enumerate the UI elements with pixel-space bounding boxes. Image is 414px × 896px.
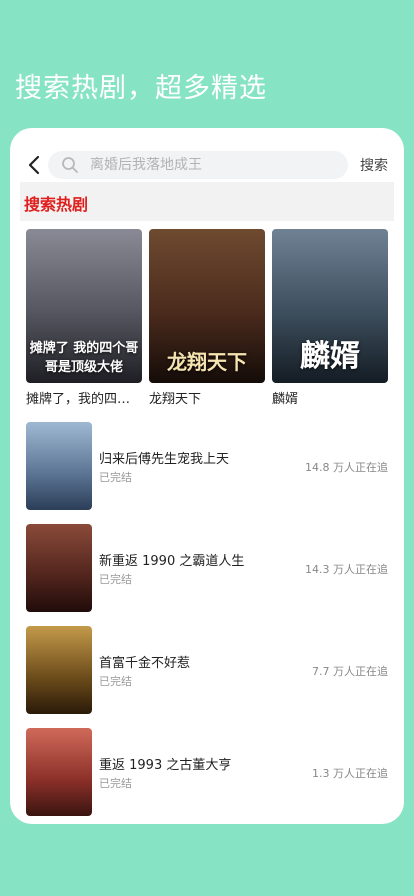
featured-title: 麟婿 — [272, 392, 299, 407]
drama-title: 新重返 1990 之霸道人生 — [99, 554, 245, 569]
drama-thumbnail — [26, 524, 92, 612]
search-card: 搜索 搜索热剧 摊牌了 我的四个哥哥是顶级大佬 摊牌了，我的四个哥哥是顶级大佬 … — [10, 128, 404, 824]
drama-thumbnail — [26, 728, 92, 816]
drama-status: 已完结 — [99, 471, 132, 484]
drama-status: 已完结 — [99, 777, 132, 790]
search-bar: 搜索 — [10, 148, 404, 182]
search-input[interactable] — [90, 151, 340, 179]
drama-poster: 麟婿 — [272, 229, 388, 383]
list-item[interactable]: 重返 1993 之古董大亨 已完结 1.3 万人正在追 — [26, 728, 396, 816]
list-item[interactable]: 首富千金不好惹 已完结 7.7 万人正在追 — [26, 626, 396, 714]
drama-poster: 龙翔天下 — [149, 229, 265, 383]
poster-title: 龙翔天下 — [167, 350, 247, 374]
list-item[interactable]: 新重返 1990 之霸道人生 已完结 14.3 万人正在追 — [26, 524, 396, 612]
drama-title: 首富千金不好惹 — [99, 656, 191, 671]
section-title: 搜索热剧 — [24, 195, 89, 214]
drama-status: 已完结 — [99, 573, 132, 586]
viewer-count: 1.3 万人正在追 — [312, 767, 388, 780]
featured-item[interactable]: 龙翔天下 龙翔天下 — [149, 229, 265, 407]
poster-title: 摊牌了 我的四个哥哥是顶级大佬 — [29, 341, 139, 375]
drama-status: 已完结 — [99, 675, 132, 688]
drama-thumbnail — [26, 626, 92, 714]
back-icon[interactable] — [24, 152, 46, 178]
viewer-count: 14.3 万人正在追 — [305, 563, 388, 576]
viewer-count: 7.7 万人正在追 — [312, 665, 388, 678]
page-headline: 搜索热剧，超多精选 — [15, 73, 267, 104]
featured-title: 摊牌了，我的四个哥哥是顶级大佬 — [26, 392, 142, 407]
drama-title: 重返 1993 之古董大亨 — [99, 758, 232, 773]
drama-poster: 摊牌了 我的四个哥哥是顶级大佬 — [26, 229, 142, 383]
viewer-count: 14.8 万人正在追 — [305, 461, 388, 474]
featured-title: 龙翔天下 — [149, 392, 202, 407]
section-header: 搜索热剧 — [20, 182, 394, 221]
search-field[interactable] — [48, 151, 348, 179]
search-button[interactable]: 搜索 — [360, 155, 388, 175]
poster-title: 麟婿 — [300, 339, 360, 374]
search-icon — [62, 157, 78, 173]
featured-item[interactable]: 麟婿 麟婿 — [272, 229, 388, 407]
drama-thumbnail — [26, 422, 92, 510]
list-item[interactable]: 归来后傅先生宠我上天 已完结 14.8 万人正在追 — [26, 422, 396, 510]
drama-title: 归来后傅先生宠我上天 — [99, 452, 230, 467]
featured-item[interactable]: 摊牌了 我的四个哥哥是顶级大佬 摊牌了，我的四个哥哥是顶级大佬 — [26, 229, 142, 407]
